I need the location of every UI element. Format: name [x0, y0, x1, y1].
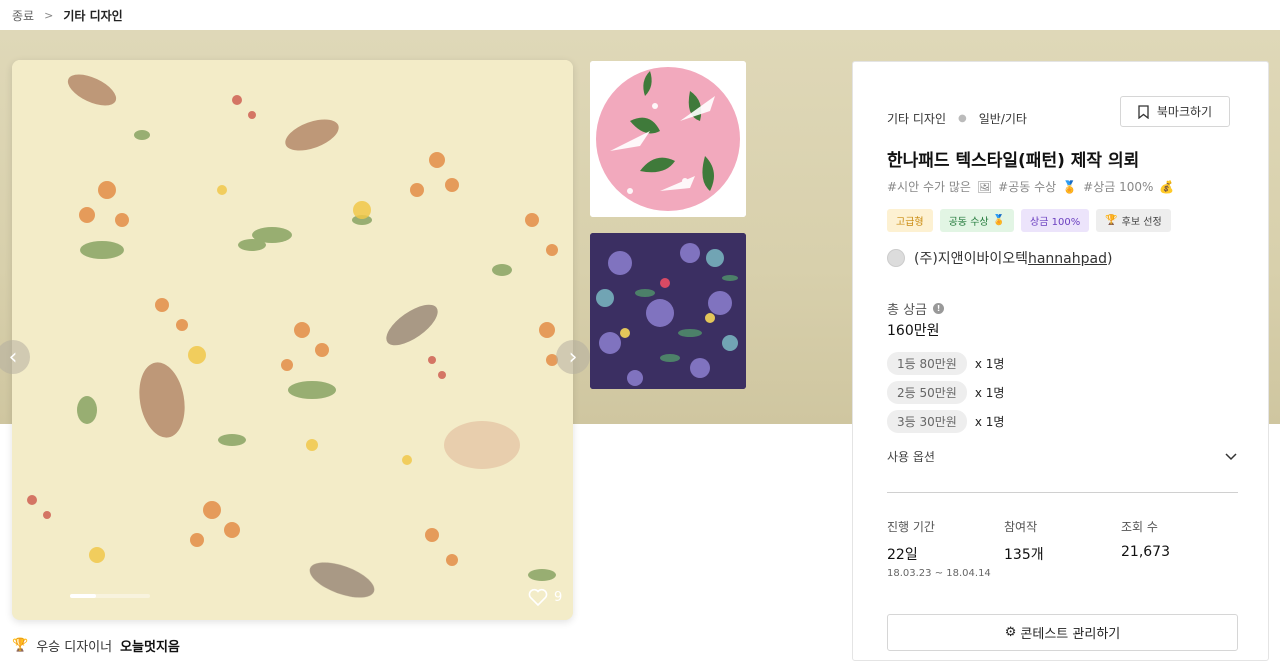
gallery-progress-fill — [70, 594, 97, 598]
badge-joint-winner-label: 공동 수상 — [948, 217, 989, 228]
prize-rank-1: 1등 80만원 — [887, 352, 967, 375]
badge-premium: 고급형 — [887, 209, 933, 232]
category-row: 기타 디자인 ● 일반/기타 — [887, 110, 1027, 127]
prize-label: 총 상금 — [887, 303, 928, 318]
entries-label: 참여작 — [1004, 520, 1038, 534]
prize-rank-3: 3등 30만원 — [887, 410, 967, 433]
winner-name[interactable]: 오늘멋지음 — [120, 636, 180, 655]
gallery-progress — [70, 594, 150, 598]
badge-joint-winner: 공동 수상 🏅 — [939, 209, 1015, 232]
prize-row-3: 3등 30만원 x 1명 — [887, 410, 1004, 433]
main-gallery-image[interactable]: 01 / 03 — [12, 60, 573, 620]
medal-icon: 🏅 — [1062, 179, 1078, 194]
subcategory-label[interactable]: 일반/기타 — [979, 110, 1027, 127]
bookmark-button[interactable]: 북마크하기 — [1120, 96, 1230, 127]
badge-full-prize: 상금 100% — [1021, 209, 1090, 232]
contest-info-panel: 기타 디자인 ● 일반/기타 북마크하기 한나패드 텍스타일(패턴) 제작 의뢰… — [852, 61, 1269, 661]
gear-icon: ⚙ — [1004, 625, 1017, 640]
badge-premium-label: 고급형 — [896, 217, 924, 228]
chevron-down-icon — [1225, 452, 1237, 460]
tag-list: #시안 수가 많은 🖼 #공동 수상 🏅 #상금 100% 💰 — [887, 178, 1174, 195]
thumbnail-artwork-floral — [590, 233, 746, 389]
prize-label-row: 총 상금 ! — [887, 299, 945, 318]
chevron-left-icon: ‹ — [8, 344, 18, 370]
trophy-icon: 🏆 — [12, 638, 29, 653]
chevron-right-icon: › — [568, 344, 578, 370]
prize-count-1: x 1명 — [974, 357, 1005, 371]
tag-full-prize[interactable]: #상금 100% — [1083, 178, 1153, 195]
duration-value: 22일 — [887, 547, 918, 563]
money-bag-icon: 💰 — [1159, 179, 1175, 194]
host-company: (주)지앤이바이오텍 — [914, 251, 1028, 267]
prize-total: 160만원 — [887, 323, 940, 339]
entries-value: 135개 — [1004, 547, 1044, 563]
badge-full-prize-label: 상금 100% — [1030, 217, 1081, 228]
badge-list: 고급형 공동 수상 🏅 상금 100% 🏆 후보 선정 — [887, 209, 1171, 232]
prize-count-3: x 1명 — [974, 415, 1005, 429]
usage-options-label: 사용 옵션 — [887, 450, 935, 464]
prize-row-2: 2등 50만원 x 1명 — [887, 381, 1004, 404]
like-count: 9 — [554, 589, 563, 605]
usage-options-toggle[interactable]: 사용 옵션 — [887, 448, 1237, 465]
badge-candidate-label: 후보 선정 — [1121, 217, 1162, 228]
bookmark-icon — [1138, 104, 1149, 119]
manage-contest-label: 콘테스트 관리하기 — [1020, 627, 1121, 642]
views-value: 21,673 — [1121, 544, 1170, 560]
breadcrumb: 종료 > 기타 디자인 — [0, 0, 1280, 30]
heart-icon — [528, 588, 548, 606]
like-button[interactable]: 9 — [528, 588, 562, 606]
gallery-next-button[interactable]: › — [556, 340, 590, 374]
breadcrumb-current: 기타 디자인 — [63, 8, 123, 23]
breadcrumb-root-link[interactable]: 종료 — [12, 7, 34, 24]
divider — [887, 492, 1238, 493]
prize-count-2: x 1명 — [974, 386, 1005, 400]
medal-icon: 🏅 — [992, 215, 1006, 226]
frame-icon: 🖼 — [976, 179, 993, 194]
trophy-icon: 🏆 — [1105, 215, 1118, 226]
contest-title: 한나패드 텍스타일(패턴) 제작 의뢰 — [887, 151, 1140, 171]
tag-joint-winner[interactable]: #공동 수상 — [998, 178, 1056, 195]
manage-contest-button[interactable]: ⚙ 콘테스트 관리하기 — [887, 614, 1238, 651]
category-label[interactable]: 기타 디자인 — [887, 110, 946, 127]
winner-label: 우승 디자이너 — [36, 640, 113, 655]
chevron-right-icon: > — [44, 8, 54, 22]
winner-row: 🏆 우승 디자이너 오늘멋지음 — [12, 636, 180, 655]
views-label: 조회 수 — [1121, 520, 1158, 534]
badge-candidate: 🏆 후보 선정 — [1096, 209, 1171, 232]
duration-label: 진행 기간 — [887, 520, 935, 534]
host-row: (주)지앤이바이오텍hannahpad) — [887, 248, 1112, 268]
gallery-thumbnail-2[interactable] — [590, 233, 746, 389]
duration-range: 18.03.23 ~ 18.04.14 — [887, 568, 991, 579]
tag-many-drafts[interactable]: #시안 수가 많은 — [887, 178, 971, 195]
gallery-thumbnail-1[interactable] — [590, 61, 746, 217]
prize-rank-2: 2등 50만원 — [887, 381, 967, 404]
pattern-artwork — [12, 60, 573, 620]
prize-row-1: 1등 80만원 x 1명 — [887, 352, 1004, 375]
host-profile-link[interactable]: hannahpad — [1028, 251, 1107, 267]
avatar — [887, 249, 905, 267]
info-icon[interactable]: ! — [933, 303, 945, 314]
thumbnail-artwork-pink — [590, 61, 746, 217]
bookmark-label: 북마크하기 — [1156, 105, 1213, 119]
separator-dot: ● — [958, 113, 967, 124]
